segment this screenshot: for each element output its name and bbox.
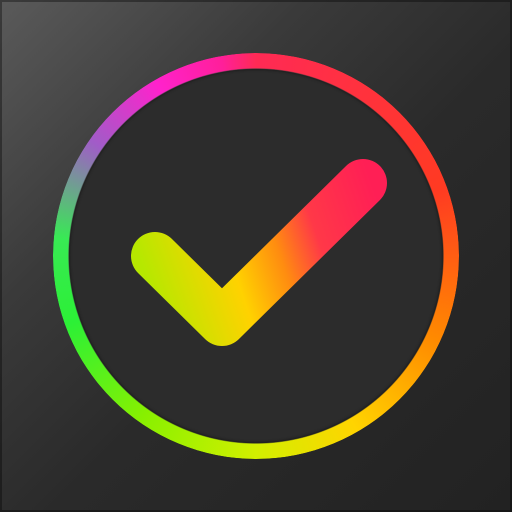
checkmark-icon (131, 159, 387, 346)
checkmark-app-icon[interactable] (0, 0, 512, 512)
checkmark-stroke (131, 159, 387, 346)
